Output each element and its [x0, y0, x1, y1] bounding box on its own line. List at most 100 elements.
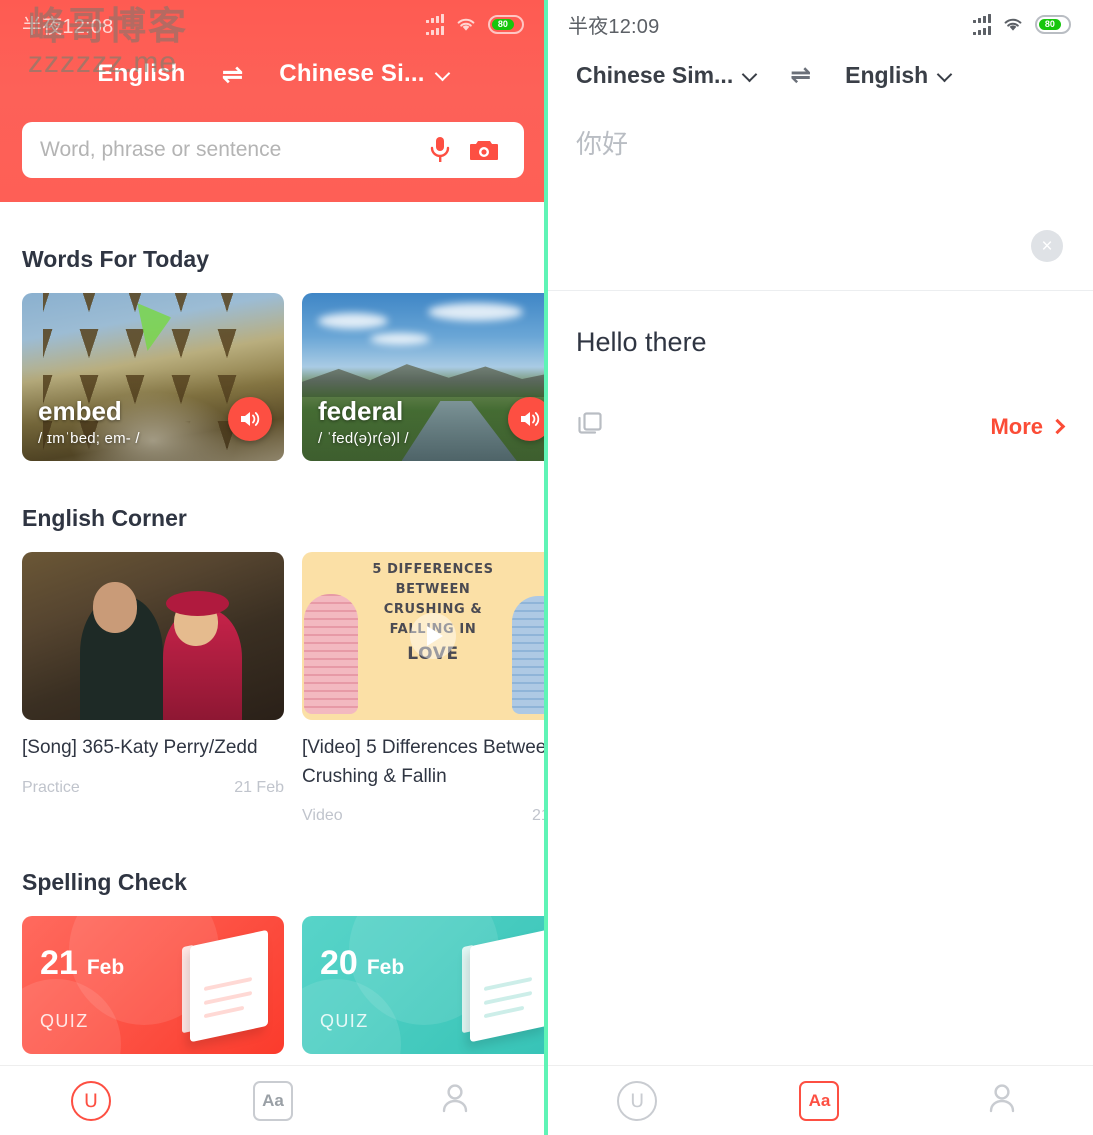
quiz-date: 21 Feb [40, 944, 124, 983]
speaker-icon[interactable] [228, 397, 272, 441]
left-phone-panel: 半夜12:08 80 English ⇌ Chinese Si... Word,… [0, 0, 546, 1135]
u-circle-icon: U [617, 1080, 658, 1121]
battery-level: 80 [497, 18, 508, 29]
corner-row: [Song] 365-Katy Perry/Zedd Practice 21 F… [0, 552, 546, 825]
words-row: embed / ɪmˈbed; em- / federal / ˈfed(ə)r… [0, 293, 546, 461]
spelling-row: 21 Feb QUIZ 20 Feb QUIZ [0, 916, 546, 1054]
wifi-icon [455, 16, 477, 32]
camera-icon[interactable] [462, 138, 506, 162]
chevron-right-icon [1049, 418, 1066, 435]
swap-languages-icon[interactable]: ⇌ [790, 60, 811, 90]
more-label: More [990, 413, 1043, 439]
copy-icon[interactable] [576, 410, 604, 443]
corner-meta: Practice 21 Feb [22, 779, 284, 797]
word-title: embed [38, 396, 122, 427]
search-input[interactable]: Word, phrase or sentence [40, 138, 418, 162]
aa-box-icon: Aa [253, 1080, 293, 1121]
translation-input[interactable]: 你好 [576, 124, 1063, 161]
quiz-card[interactable]: 21 Feb QUIZ [22, 916, 284, 1054]
tab-home[interactable]: U [546, 1066, 728, 1135]
target-language-label: Chinese Si... [279, 60, 425, 87]
corner-title: [Video] 5 Differences Between Crushing &… [302, 737, 546, 787]
tab-profile[interactable] [364, 1066, 546, 1135]
right-status-bar: 半夜12:09 80 [546, 0, 1093, 48]
more-button[interactable]: More [990, 413, 1066, 440]
clear-icon[interactable]: × [1031, 230, 1063, 262]
chevron-down-icon [743, 69, 756, 82]
right-tab-bar: U Aa [546, 1065, 1093, 1135]
battery-icon: 80 [1035, 14, 1071, 34]
corner-title: [Song] 365-Katy Perry/Zedd [22, 737, 258, 758]
notebook-icon [462, 929, 546, 1043]
corner-thumbnail: 5 DIFFERENCES BETWEEN CRUSHING & FALLING… [302, 552, 546, 720]
right-language-selector: Chinese Sim... ⇌ English [546, 48, 1093, 90]
result-toolbar: More [546, 358, 1093, 443]
word-card-text: federal / ˈfed(ə)r(ə)l / [318, 397, 409, 447]
quiz-card[interactable]: 20 Feb QUIZ [302, 916, 546, 1054]
quiz-label: QUIZ [320, 1011, 369, 1031]
word-card-text: embed / ɪmˈbed; em- / [38, 397, 140, 447]
target-language-selector[interactable]: English [845, 62, 951, 89]
translation-result: Hello there [546, 291, 1093, 358]
quiz-day: 21 [40, 944, 78, 982]
left-content: Words For Today embed / ɪmˈbed; em- / fe… [0, 202, 546, 1065]
person-icon [984, 1080, 1020, 1121]
quiz-label: QUIZ [40, 1011, 89, 1031]
translation-input-area[interactable]: 你好 × [546, 90, 1093, 290]
result-text: Hello there [576, 327, 707, 357]
source-language-label: Chinese Sim... [576, 61, 734, 88]
quiz-date: 20 Feb [320, 944, 404, 983]
tab-dict[interactable]: Aa [728, 1066, 910, 1135]
left-tab-bar: U Aa [0, 1065, 546, 1135]
play-icon[interactable] [410, 613, 456, 659]
speaker-icon[interactable] [508, 397, 546, 441]
word-card[interactable]: federal / ˈfed(ə)r(ə)l / [302, 293, 546, 461]
notebook-icon [182, 929, 268, 1043]
dual-phone-screenshot: 半夜12:08 80 English ⇌ Chinese Si... Word,… [0, 0, 1093, 1135]
left-status-bar: 半夜12:08 80 [0, 0, 546, 48]
target-language-label: English [845, 61, 929, 88]
search-bar[interactable]: Word, phrase or sentence [22, 122, 524, 178]
quiz-month: Feb [86, 956, 125, 979]
word-card[interactable]: embed / ɪmˈbed; em- / [22, 293, 284, 461]
corner-date: 21 Feb [234, 778, 284, 796]
source-language-label[interactable]: English [97, 60, 185, 88]
target-language-selector[interactable]: Chinese Si... [279, 60, 448, 88]
chevron-down-icon [938, 69, 951, 82]
status-icons: 80 [973, 13, 1071, 35]
section-title-words: Words For Today [22, 246, 209, 272]
right-phone-panel: 半夜12:09 80 Chinese Sim... ⇌ English 你好 ×… [546, 0, 1093, 1135]
right-header: 半夜12:09 80 Chinese Sim... ⇌ English [546, 0, 1093, 90]
corner-thumbnail [22, 552, 284, 720]
status-icons: 80 [426, 13, 524, 35]
signal-icon [426, 13, 444, 35]
left-header: 半夜12:08 80 English ⇌ Chinese Si... Word,… [0, 0, 546, 202]
left-language-selector: English ⇌ Chinese Si... [0, 48, 546, 100]
aa-box-icon: Aa [799, 1080, 840, 1121]
tab-dict[interactable]: Aa [182, 1066, 364, 1135]
corner-category: Practice [22, 778, 80, 796]
section-title-spelling: Spelling Check [22, 869, 187, 895]
word-phonetic: / ˈfed(ə)r(ə)l / [318, 430, 409, 447]
wifi-icon [1002, 16, 1024, 32]
signal-icon [973, 13, 991, 35]
source-language-selector[interactable]: Chinese Sim... [576, 62, 756, 89]
tab-profile[interactable] [911, 1066, 1093, 1135]
status-time: 半夜12:08 [22, 15, 114, 38]
battery-icon: 80 [488, 14, 524, 34]
person-icon [437, 1080, 473, 1121]
panel-divider [544, 0, 548, 1135]
chevron-down-icon [436, 68, 449, 81]
corner-meta: Video 21 F [302, 807, 546, 825]
status-time: 半夜12:09 [568, 15, 660, 38]
section-title-corner: English Corner [22, 505, 187, 531]
corner-card[interactable]: [Song] 365-Katy Perry/Zedd Practice 21 F… [22, 552, 284, 825]
tab-home[interactable]: U [0, 1066, 182, 1135]
corner-card[interactable]: 5 DIFFERENCES BETWEEN CRUSHING & FALLING… [302, 552, 546, 825]
battery-level: 80 [1044, 18, 1055, 29]
u-circle-icon: U [71, 1080, 111, 1121]
swap-languages-icon[interactable]: ⇌ [221, 61, 243, 87]
mic-icon[interactable] [418, 135, 462, 165]
corner-category: Video [302, 807, 343, 824]
word-phonetic: / ɪmˈbed; em- / [38, 430, 140, 447]
